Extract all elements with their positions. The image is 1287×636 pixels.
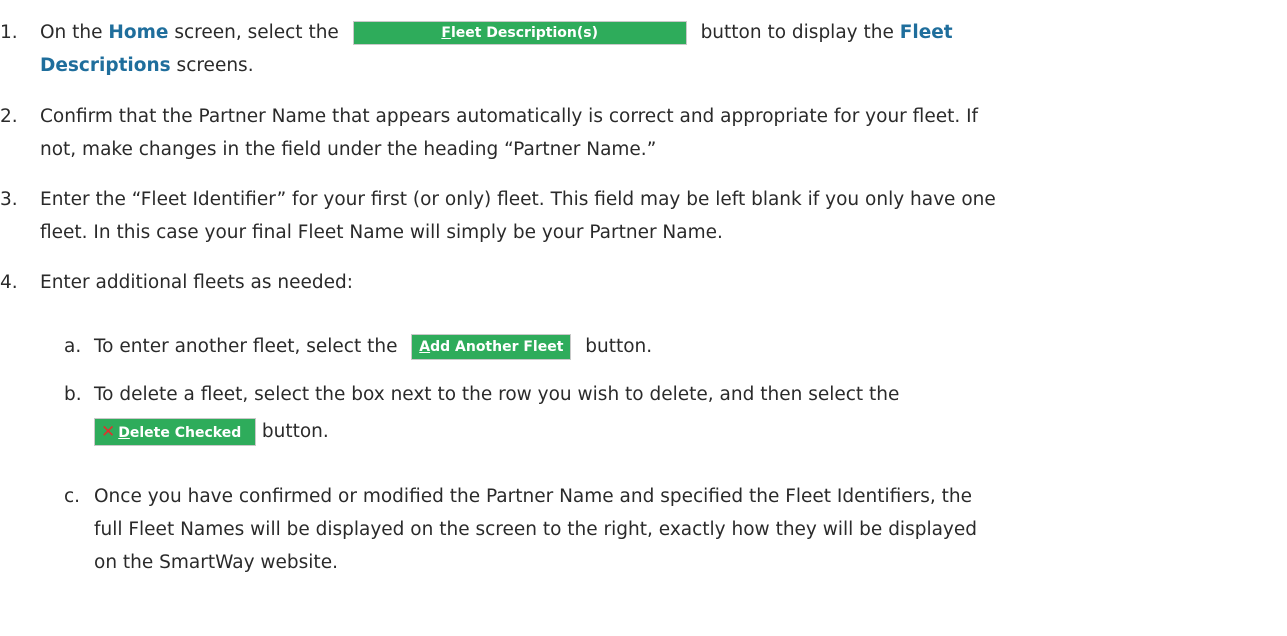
fleet-label: Fleet [899, 22, 953, 43]
delete-x-icon: ✕ [101, 422, 116, 442]
home-screen-label: Home [108, 22, 169, 43]
descriptions-label: Descriptions [40, 55, 171, 76]
step-text: Confirm that the Partner Name that appea… [40, 106, 979, 160]
step-text: Enter the “Fleet Identifier” for your fi… [40, 189, 996, 243]
step-number: 1. [0, 22, 18, 43]
step-number: 3. [0, 189, 18, 210]
fleet-descriptions-button[interactable]: Fleet Description(s) [352, 21, 687, 45]
step-number: 2. [0, 106, 18, 127]
step-number: 4. [0, 272, 18, 293]
step-text: On the Home screen, select the Fleet Des… [40, 21, 953, 76]
add-another-fleet-button[interactable]: Add Another Fleet [411, 334, 572, 360]
step-text: Enter additional fleets as needed: [40, 272, 353, 293]
delete-checked-rows-button[interactable]: ✕ Delete Checked Rows [94, 418, 256, 467]
